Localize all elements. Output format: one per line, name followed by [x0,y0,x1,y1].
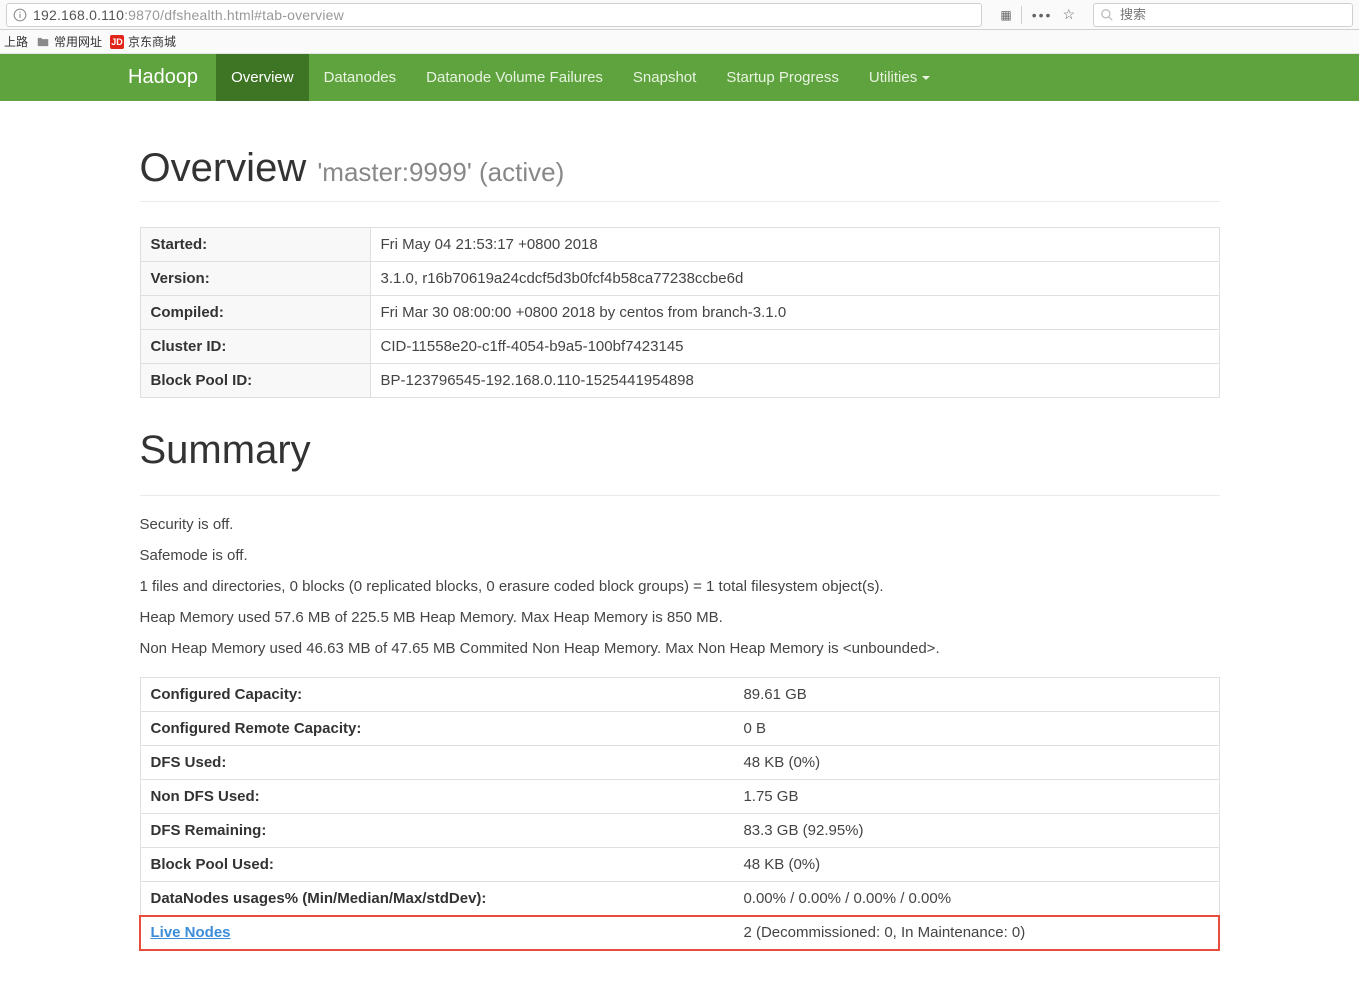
row-val: 2 (Decommissioned: 0, In Maintenance: 0) [733,916,1219,950]
info-icon [13,8,27,22]
table-row: Started:Fri May 04 21:53:17 +0800 2018 [140,228,1219,262]
summary-text: Security is off. Safemode is off. 1 files … [140,514,1220,659]
row-key: Live Nodes [140,916,733,950]
row-val: Fri Mar 30 08:00:00 +0800 2018 by centos… [370,296,1219,330]
row-key: DataNodes usages% (Min/Median/Max/stdDev… [140,882,733,916]
row-val: 48 KB (0%) [733,848,1219,882]
jd-icon: JD [110,35,124,49]
row-key: Block Pool ID: [140,364,370,398]
divider [140,495,1220,496]
row-key: DFS Used: [140,746,733,780]
url-path: :9870/dfshealth.html#tab-overview [124,7,344,23]
row-val: Fri May 04 21:53:17 +0800 2018 [370,228,1219,262]
table-row: Block Pool Used:48 KB (0%) [140,848,1219,882]
summary-table: Configured Capacity:89.61 GBConfigured R… [140,677,1220,950]
chrome-buttons: ▦ ••• ☆ [1000,6,1075,24]
row-val: 3.1.0, r16b70619a24cdcf5d3b0fcf4b58ca772… [370,262,1219,296]
row-val: 1.75 GB [733,780,1219,814]
row-key: Block Pool Used: [140,848,733,882]
search-box[interactable] [1093,3,1353,27]
bookmark-truncated[interactable]: 上路 [4,33,28,50]
navbar: Hadoop Overview Datanodes Datanode Volum… [0,54,1359,101]
summary-line: Safemode is off. [140,545,1220,566]
row-val: 48 KB (0%) [733,746,1219,780]
live-nodes-link[interactable]: Live Nodes [151,924,231,941]
row-val: CID-11558e20-c1ff-4054-b9a5-100bf7423145 [370,330,1219,364]
address-bar[interactable]: 192.168.0.110:9870/dfshealth.html#tab-ov… [6,3,982,27]
table-row: Non DFS Used:1.75 GB [140,780,1219,814]
table-row: Cluster ID:CID-11558e20-c1ff-4054-b9a5-1… [140,330,1219,364]
main-container: Overview 'master:9999' (active) Started:… [140,146,1220,990]
separator [1021,6,1022,24]
bookmark-jd[interactable]: JD 京东商城 [110,33,176,50]
table-row: Version:3.1.0, r16b70619a24cdcf5d3b0fcf4… [140,262,1219,296]
summary-line: Non Heap Memory used 46.63 MB of 47.65 M… [140,638,1220,659]
row-key: Compiled: [140,296,370,330]
table-row: DataNodes usages% (Min/Median/Max/stdDev… [140,882,1219,916]
row-val: 0 B [733,712,1219,746]
table-row: Live Nodes 2 (Decommissioned: 0, In Maint… [140,916,1219,950]
brand[interactable]: Hadoop [128,54,216,101]
nav-overview[interactable]: Overview [216,54,309,101]
row-key: Cluster ID: [140,330,370,364]
divider [140,201,1220,202]
nav-startup-progress[interactable]: Startup Progress [711,54,854,101]
nav-snapshot[interactable]: Snapshot [618,54,711,101]
row-val: 89.61 GB [733,678,1219,712]
table-row: Block Pool ID:BP-123796545-192.168.0.110… [140,364,1219,398]
table-row: Configured Capacity:89.61 GB [140,678,1219,712]
row-val: BP-123796545-192.168.0.110-1525441954898 [370,364,1219,398]
search-icon [1100,8,1114,22]
nav-datanode-volume-failures[interactable]: Datanode Volume Failures [411,54,618,101]
qr-icon[interactable]: ▦ [1000,8,1010,22]
row-key: Non DFS Used: [140,780,733,814]
browser-chrome: 192.168.0.110:9870/dfshealth.html#tab-ov… [0,0,1359,30]
url-host: 192.168.0.110 [33,7,124,23]
summary-line: Heap Memory used 57.6 MB of 225.5 MB Hea… [140,607,1220,628]
summary-line: 1 files and directories, 0 blocks (0 rep… [140,576,1220,597]
overview-table: Started:Fri May 04 21:53:17 +0800 2018Ve… [140,227,1220,398]
chevron-down-icon [922,76,930,80]
page-subtitle: 'master:9999' (active) [317,157,564,187]
table-row: DFS Remaining:83.3 GB (92.95%) [140,814,1219,848]
menu-icon[interactable]: ••• [1032,7,1053,23]
address-text: 192.168.0.110:9870/dfshealth.html#tab-ov… [33,7,344,23]
nav-datanodes[interactable]: Datanodes [309,54,412,101]
search-input[interactable] [1120,7,1346,22]
table-row: DFS Used:48 KB (0%) [140,746,1219,780]
row-key: Configured Remote Capacity: [140,712,733,746]
table-row: Configured Remote Capacity:0 B [140,712,1219,746]
summary-line: Security is off. [140,514,1220,535]
row-key: DFS Remaining: [140,814,733,848]
table-row: Compiled:Fri Mar 30 08:00:00 +0800 2018 … [140,296,1219,330]
bookmark-common-sites[interactable]: 常用网址 [36,33,102,50]
bookmarks-bar: 上路 常用网址 JD 京东商城 [0,30,1359,54]
row-key: Version: [140,262,370,296]
row-key: Started: [140,228,370,262]
row-val: 0.00% / 0.00% / 0.00% / 0.00% [733,882,1219,916]
bookmark-star-icon[interactable]: ☆ [1062,6,1075,23]
row-key: Configured Capacity: [140,678,733,712]
page-title: Overview 'master:9999' (active) [140,146,1220,191]
folder-icon [36,35,50,49]
row-val: 83.3 GB (92.95%) [733,814,1219,848]
summary-title: Summary [140,428,1220,473]
nav-utilities[interactable]: Utilities [854,54,945,101]
